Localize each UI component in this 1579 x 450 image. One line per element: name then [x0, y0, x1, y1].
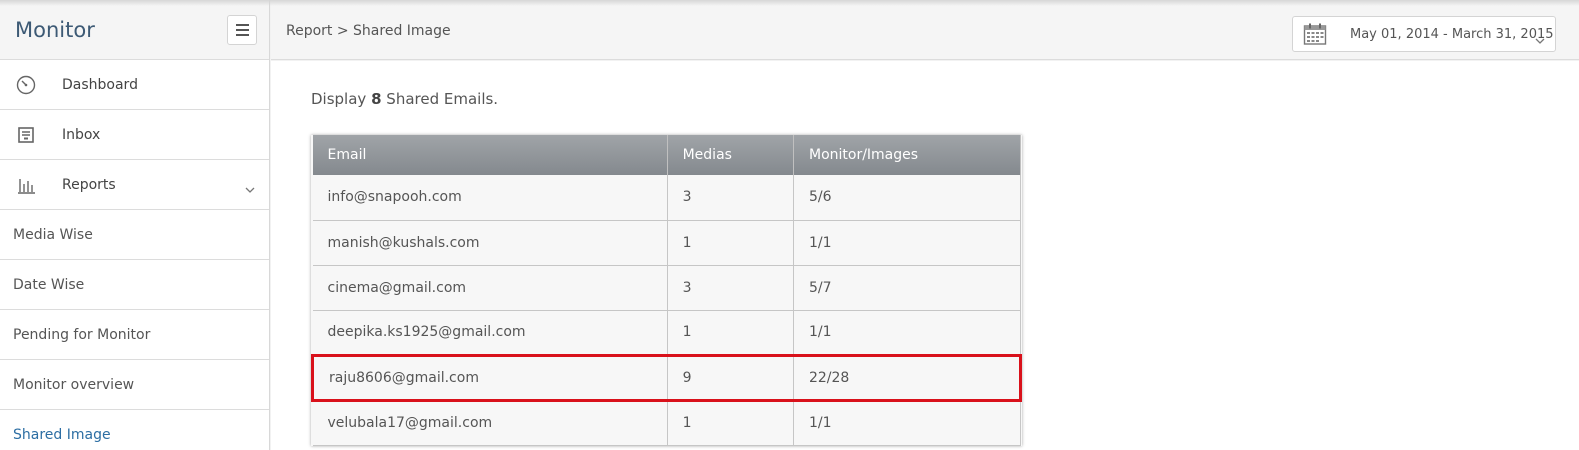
- summary-suffix: Shared Emails.: [386, 90, 499, 108]
- bar-chart-icon: [15, 174, 37, 196]
- sidebar-item-inbox[interactable]: Inbox: [0, 110, 269, 160]
- monitor-images-cell: 5/7: [793, 265, 1022, 311]
- sidebar-item-reports[interactable]: Reports: [0, 160, 269, 210]
- chevron-down-icon: [1535, 30, 1545, 49]
- monitor-images-cell: 5/6: [793, 175, 1022, 221]
- column-header-monitor-images[interactable]: Monitor/Images: [793, 135, 1022, 175]
- sidebar: Monitor Dashboard Inbox Reports Media Wi…: [0, 0, 270, 450]
- date-range-text: May 01, 2014 - March 31, 2015: [1350, 26, 1554, 42]
- summary-count: 8: [371, 90, 382, 108]
- email-cell: raju8606@gmail.com: [311, 353, 668, 402]
- monitor-images-cell: 1/1: [793, 400, 1022, 446]
- date-range-picker[interactable]: May 01, 2014 - March 31, 2015: [1292, 16, 1556, 52]
- top-header: Report > Shared Image May 01, 2014 - Mar…: [271, 0, 1579, 60]
- gauge-icon: [15, 74, 37, 96]
- table-row[interactable]: deepika.ks1925@gmail.com 1 1/1: [312, 310, 1022, 356]
- sidebar-item-label: Inbox: [62, 126, 101, 143]
- table-row[interactable]: info@snapooh.com 3 5/6: [312, 175, 1022, 221]
- main-content: Display 8 Shared Emails. Email Medias Mo…: [271, 61, 1579, 450]
- email-cell: cinema@gmail.com: [312, 265, 668, 311]
- sidebar-item-shared-image[interactable]: Shared Image: [0, 410, 269, 450]
- email-cell: manish@kushals.com: [312, 220, 668, 266]
- medias-cell: 9: [667, 353, 794, 402]
- column-header-email[interactable]: Email: [312, 135, 668, 175]
- inbox-icon: [15, 124, 37, 146]
- top-shadow: [0, 0, 1579, 6]
- app-title: Monitor: [15, 17, 95, 42]
- column-header-medias[interactable]: Medias: [667, 135, 794, 175]
- results-summary: Display 8 Shared Emails.: [311, 90, 498, 108]
- calendar-icon: [1303, 22, 1327, 46]
- monitor-images-cell: 1/1: [793, 310, 1022, 356]
- email-cell: info@snapooh.com: [312, 175, 668, 221]
- monitor-images-cell: 1/1: [793, 220, 1022, 266]
- sidebar-item-date-wise[interactable]: Date Wise: [0, 260, 269, 310]
- table-row[interactable]: manish@kushals.com 1 1/1: [312, 220, 1022, 266]
- breadcrumb: Report > Shared Image: [286, 23, 451, 39]
- sidebar-item-label: Dashboard: [62, 76, 138, 93]
- email-cell: deepika.ks1925@gmail.com: [312, 310, 668, 356]
- table-header-row: Email Medias Monitor/Images: [312, 135, 1022, 175]
- medias-cell: 1: [667, 220, 794, 266]
- hamburger-menu-icon[interactable]: [227, 14, 257, 45]
- sidebar-item-media-wise[interactable]: Media Wise: [0, 210, 269, 260]
- monitor-images-cell: 22/28: [793, 353, 1023, 402]
- medias-cell: 3: [667, 265, 794, 311]
- sidebar-item-label: Reports: [62, 176, 116, 193]
- sidebar-item-pending-for-monitor[interactable]: Pending for Monitor: [0, 310, 269, 360]
- email-cell: velubala17@gmail.com: [312, 400, 668, 446]
- table-row[interactable]: velubala17@gmail.com 1 1/1: [312, 400, 1022, 446]
- medias-cell: 3: [667, 175, 794, 221]
- sidebar-brand: Monitor: [0, 0, 269, 60]
- medias-cell: 1: [667, 400, 794, 446]
- summary-prefix: Display: [311, 90, 367, 108]
- shared-emails-table: Email Medias Monitor/Images info@snapooh…: [311, 135, 1023, 446]
- chevron-down-icon[interactable]: [245, 179, 255, 198]
- sidebar-item-monitor-overview[interactable]: Monitor overview: [0, 360, 269, 410]
- sidebar-item-dashboard[interactable]: Dashboard: [0, 60, 269, 110]
- medias-cell: 1: [667, 310, 794, 356]
- table-row-highlighted[interactable]: raju8606@gmail.com 9 22/28: [311, 353, 1023, 402]
- table-row[interactable]: cinema@gmail.com 3 5/7: [312, 265, 1022, 311]
